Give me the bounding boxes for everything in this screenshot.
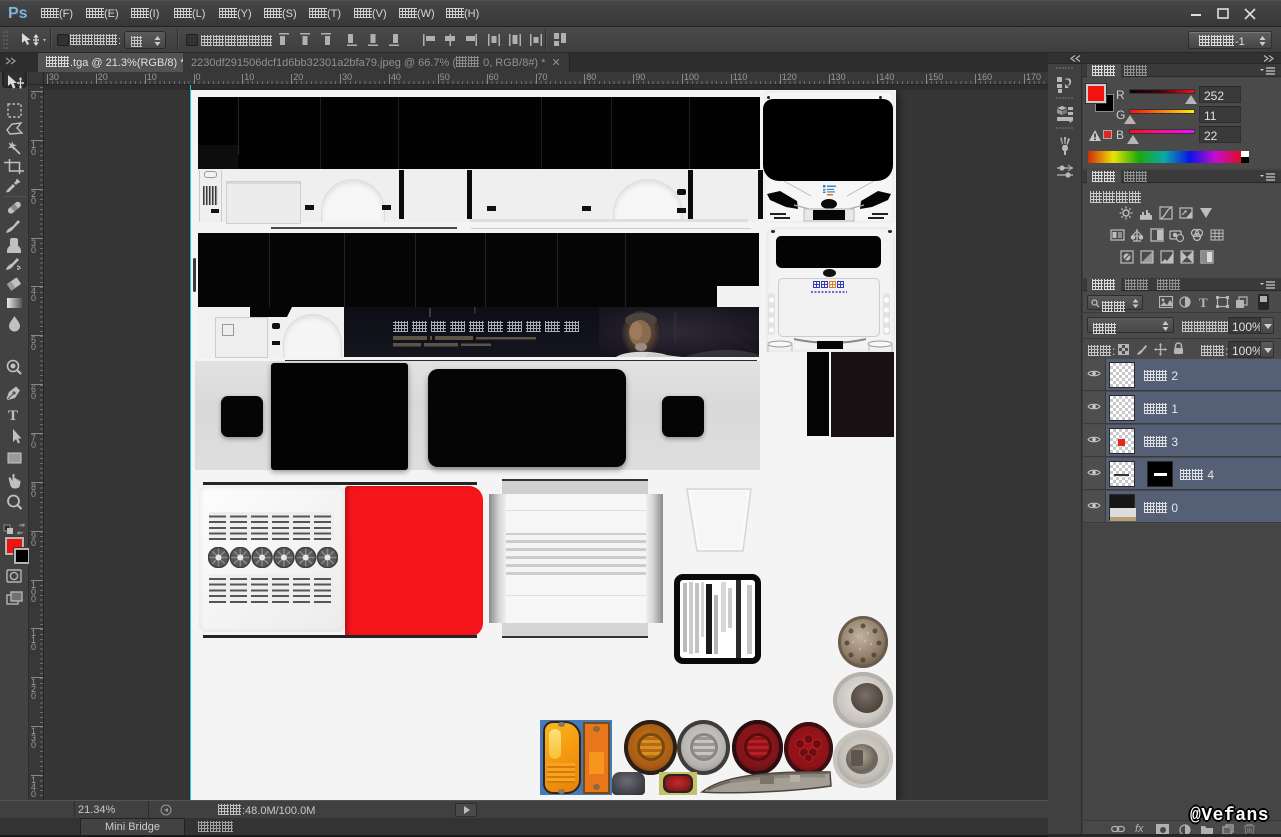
svg-text:T: T xyxy=(8,408,18,423)
svg-text:T: T xyxy=(1199,296,1208,308)
